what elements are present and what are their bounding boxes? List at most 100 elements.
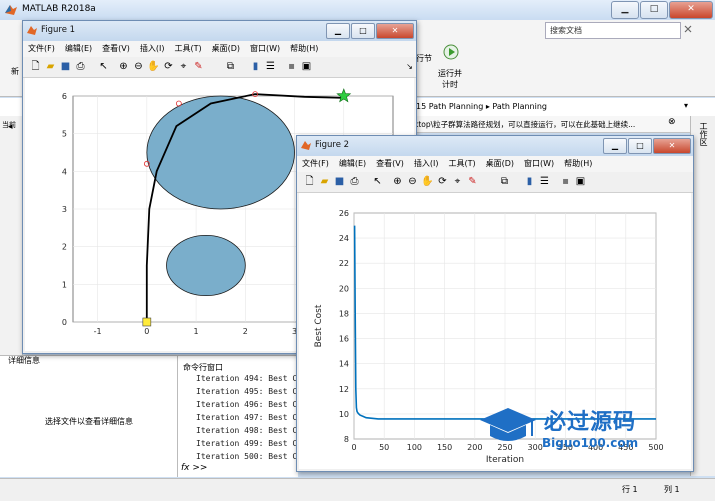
rotate-icon[interactable]: ⟳ <box>162 60 175 73</box>
save-icon[interactable]: ■ <box>333 175 346 188</box>
figure-2-window-controls: ▁ □ ✕ <box>603 138 691 154</box>
address-path[interactable]: 15 Path Planning ▸ Path Planning <box>416 102 547 111</box>
window-controls: ▁ □ ✕ <box>611 1 713 19</box>
menu-desktop[interactable]: 桌面(D) <box>207 41 245 57</box>
show-plot-tools-icon[interactable]: ▣ <box>300 60 313 73</box>
colorbar-icon[interactable]: ▮ <box>249 60 262 73</box>
watermark-url: Biguo100.com <box>542 436 639 450</box>
x-tick-label: 0 <box>144 327 149 336</box>
address-hint: ktop\粒子群算法路径规划，可以直接运行，可以在此基础上继续... <box>414 120 636 129</box>
y-tick-label: 16 <box>339 335 349 344</box>
watermark: 必过源码 Biguo100.com <box>478 402 678 462</box>
ribbon-new-label[interactable]: 新 <box>11 66 19 77</box>
cmd-line: Iteration 495: Best C <box>196 387 298 396</box>
hint-close-icon[interactable]: ⊗ <box>668 117 676 127</box>
pan-icon[interactable]: ✋ <box>421 175 434 188</box>
rotate-icon[interactable]: ⟳ <box>436 175 449 188</box>
x-tick-label: 0 <box>351 443 356 452</box>
colorbar-icon[interactable]: ▮ <box>523 175 536 188</box>
menu-desktop[interactable]: 桌面(D) <box>481 156 519 172</box>
x-tick-label: -1 <box>94 327 102 336</box>
new-figure-icon[interactable]: 🗋 <box>303 175 316 188</box>
link-icon[interactable]: ⧉ <box>498 175 511 188</box>
ribbon-run-time-label[interactable]: 运行并 计时 <box>438 68 462 90</box>
menu-edit[interactable]: 编辑(E) <box>60 41 97 57</box>
data-cursor-icon[interactable]: ⌖ <box>451 175 464 188</box>
menu-file[interactable]: 文件(F) <box>23 41 60 57</box>
open-file-icon[interactable]: ▰ <box>44 60 57 73</box>
close-button[interactable]: ✕ <box>669 1 713 19</box>
close-button[interactable]: ✕ <box>653 138 691 154</box>
menu-file[interactable]: 文件(F) <box>297 156 334 172</box>
pan-icon[interactable]: ✋ <box>147 60 160 73</box>
pointer-icon[interactable]: ↖ <box>371 175 384 188</box>
pointer-icon[interactable]: ↖ <box>97 60 110 73</box>
y-tick-label: 4 <box>62 167 67 176</box>
dock-arrow-icon[interactable]: ↘ <box>403 60 416 73</box>
app-title: MATLAB R2018a <box>22 4 96 14</box>
figure-2-toolbar: 🗋 ▰ ■ ⎙ ↖ ⊕ ⊖ ✋ ⟳ ⌖ ✎ ⧉ ▮ ☰ ▪ ▣ <box>297 172 693 193</box>
figure-2-menubar: 文件(F) 编辑(E) 查看(V) 插入(I) 工具(T) 桌面(D) 窗口(W… <box>297 156 693 172</box>
minimize-button[interactable]: ▁ <box>326 23 350 39</box>
print-icon[interactable]: ⎙ <box>74 60 87 73</box>
y-tick-label: 10 <box>339 410 349 419</box>
legend-icon[interactable]: ☰ <box>538 175 551 188</box>
open-file-icon[interactable]: ▰ <box>318 175 331 188</box>
menu-edit[interactable]: 编辑(E) <box>334 156 371 172</box>
hide-plot-tools-icon[interactable]: ▪ <box>559 175 572 188</box>
figure-1-title-bar[interactable]: Figure 1 ▁ □ ✕ <box>23 21 416 41</box>
data-cursor-icon[interactable]: ⌖ <box>177 60 190 73</box>
command-window[interactable]: 命令行窗口 Iteration 494: Best C Iteration 49… <box>178 355 298 477</box>
y-tick-label: 1 <box>62 280 67 289</box>
close-button[interactable]: ✕ <box>376 23 414 39</box>
brush-icon[interactable]: ✎ <box>192 60 205 73</box>
hide-plot-tools-icon[interactable]: ▪ <box>285 60 298 73</box>
menu-tools[interactable]: 工具(T) <box>443 156 480 172</box>
menu-insert[interactable]: 插入(I) <box>135 41 170 57</box>
maximize-button[interactable]: □ <box>640 1 668 19</box>
matlab-figure-icon <box>301 141 311 150</box>
legend-icon[interactable]: ☰ <box>264 60 277 73</box>
graduation-cap-logo <box>480 408 536 441</box>
cmd-line: Iteration 499: Best C <box>196 439 298 448</box>
minimize-button[interactable]: ▁ <box>611 1 639 19</box>
figure-1-window-controls: ▁ □ ✕ <box>326 23 414 39</box>
status-bar: 行 1 列 1 <box>0 478 715 501</box>
details-panel: 详细信息 选择文件以查看详细信息 <box>0 355 178 477</box>
menu-view[interactable]: 查看(V) <box>97 41 135 57</box>
workspace-label[interactable]: 工作区 <box>698 122 709 146</box>
matlab-logo-icon <box>5 5 17 15</box>
zoom-in-icon[interactable]: ⊕ <box>391 175 404 188</box>
menu-help[interactable]: 帮助(H) <box>559 156 597 172</box>
menu-help[interactable]: 帮助(H) <box>285 41 323 57</box>
figure-1-title: Figure 1 <box>41 25 76 35</box>
menu-view[interactable]: 查看(V) <box>371 156 409 172</box>
minimize-button[interactable]: ▁ <box>603 138 627 154</box>
maximize-button[interactable]: □ <box>351 23 375 39</box>
menu-insert[interactable]: 插入(I) <box>409 156 444 172</box>
figure-2-title-bar[interactable]: Figure 2 ▁ □ ✕ <box>297 136 693 156</box>
zoom-in-icon[interactable]: ⊕ <box>117 60 130 73</box>
command-prompt[interactable]: fx >> <box>181 463 207 473</box>
figure-2-title: Figure 2 <box>315 140 350 150</box>
menu-window[interactable]: 窗口(W) <box>245 41 285 57</box>
link-icon[interactable]: ⧉ <box>224 60 237 73</box>
save-icon[interactable]: ■ <box>59 60 72 73</box>
print-icon[interactable]: ⎙ <box>348 175 361 188</box>
search-input[interactable]: 搜索文档 <box>545 22 681 39</box>
maximize-button[interactable]: □ <box>628 138 652 154</box>
show-plot-tools-icon[interactable]: ▣ <box>574 175 587 188</box>
zoom-out-icon[interactable]: ⊖ <box>132 60 145 73</box>
brush-icon[interactable]: ✎ <box>466 175 479 188</box>
zoom-out-icon[interactable]: ⊖ <box>406 175 419 188</box>
run-time-icon[interactable] <box>443 44 459 60</box>
search-icon[interactable] <box>683 24 693 34</box>
matlab-figure-icon <box>27 26 37 35</box>
menu-tools[interactable]: 工具(T) <box>169 41 206 57</box>
menu-window[interactable]: 窗口(W) <box>519 156 559 172</box>
ribbon-run-section-label[interactable]: 行节 <box>416 53 432 64</box>
status-col: 列 1 <box>664 485 680 494</box>
x-tick-label: 50 <box>379 443 389 452</box>
new-figure-icon[interactable]: 🗋 <box>29 60 42 73</box>
address-dropdown-icon[interactable]: ▾ <box>684 101 688 110</box>
